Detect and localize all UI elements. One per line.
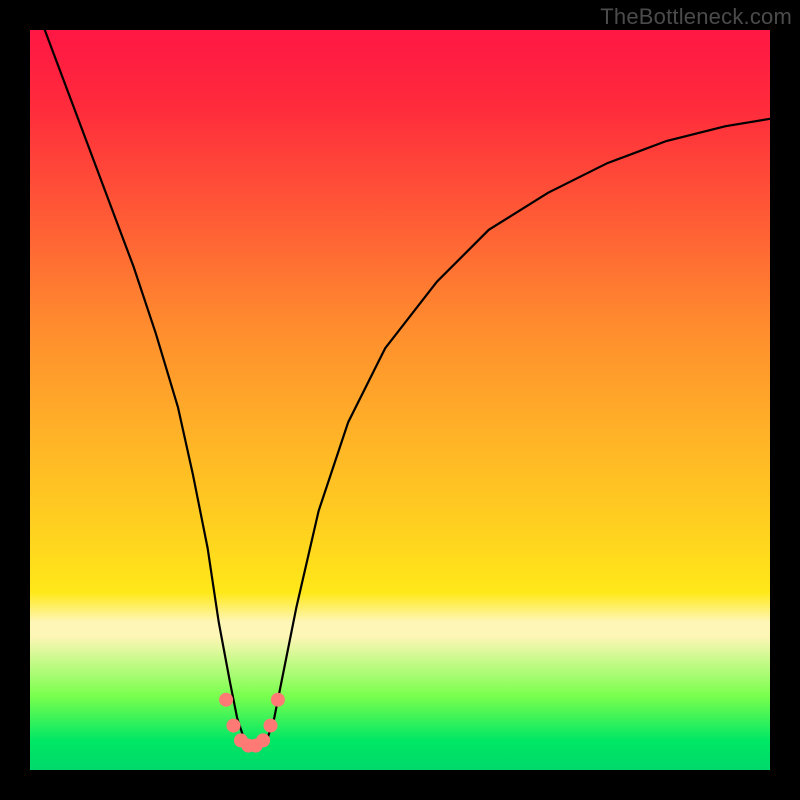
chart-frame: TheBottleneck.com [0, 0, 800, 800]
marker-dot [219, 693, 233, 707]
marker-dot [227, 719, 241, 733]
plot-area [30, 30, 770, 770]
marker-dots [219, 693, 285, 753]
watermark-text: TheBottleneck.com [600, 4, 792, 30]
marker-dot [256, 733, 270, 747]
chart-svg [30, 30, 770, 770]
bottleneck-curve [45, 30, 770, 748]
marker-dot [264, 719, 278, 733]
marker-dot [271, 693, 285, 707]
